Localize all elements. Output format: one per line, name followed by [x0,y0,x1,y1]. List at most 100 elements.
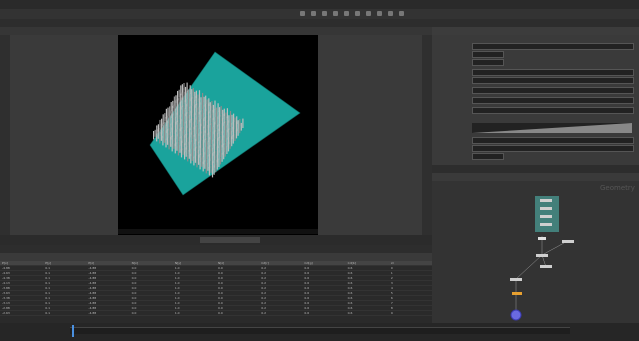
viewport-statusbar [118,229,318,234]
table-cell: -4.88 [88,306,97,310]
table-cell: 7 [390,301,393,305]
playbar[interactable] [0,235,432,245]
node[interactable] [540,199,552,202]
table-cell: 0.0 [131,266,137,270]
table-cell: -4.88 [88,276,97,280]
parameter-field[interactable] [472,43,634,50]
table-cell: -4.88 [88,286,97,290]
node[interactable] [540,215,552,218]
table-cell: 2 [390,276,393,280]
tool-icon[interactable] [388,11,393,16]
table-cell: 0.6 [304,306,310,310]
column-header[interactable]: N[z] [216,261,259,265]
network-editor[interactable]: Geometry [432,181,639,323]
table-cell: 0.2 [261,301,266,305]
output-node[interactable] [510,309,522,321]
table-row[interactable]: -2.63 0.1 -4.88 0.0 1.0 0.0 0.2 0.6 0.6 9 [0,311,432,316]
node[interactable] [540,207,552,210]
table-cell: 0.2 [261,271,266,275]
node[interactable] [512,292,522,295]
table-cell: 1.0 [174,311,180,315]
table-cell: 0.6 [304,286,310,290]
table-cell: 0.2 [261,276,266,280]
parameter-field[interactable] [472,137,634,144]
table-cell: 0.1 [45,301,50,305]
table-cell: 0.6 [347,291,353,295]
column-header[interactable]: id [389,261,432,265]
shelf-icons[interactable] [300,11,630,17]
node[interactable] [540,265,552,268]
table-cell: 0.0 [218,306,223,310]
table-cell: 0.6 [304,301,310,305]
column-header[interactable]: N[y] [173,261,216,265]
tool-icon[interactable] [377,11,382,16]
table-cell: -3.88 [2,286,10,290]
geometry-spreadsheet[interactable]: P[x] P[y] P[z] N[x] N[y] N[z] Cd[r] Cd[g] Cd[b] i… [0,261,432,323]
node[interactable] [538,237,546,240]
tool-icon[interactable] [344,11,349,16]
table-cell: 1.0 [174,266,180,270]
parameter-tabbar [432,19,639,27]
node[interactable] [540,223,552,226]
table-cell: 0.0 [218,276,223,280]
parameter-field[interactable] [472,153,504,160]
parameter-field[interactable] [472,107,634,114]
table-cell: 0.0 [131,291,137,295]
parameter-field[interactable] [472,77,634,84]
table-cell: 0.1 [45,296,50,300]
node[interactable] [536,254,548,257]
table-cell: 0.0 [218,311,223,315]
table-cell: -4.63 [2,271,10,275]
table-cell: 0.2 [261,311,266,315]
table-cell: 4 [390,286,393,290]
ramp-graph [472,123,632,133]
tool-icon[interactable] [322,11,327,16]
column-header[interactable]: P[z] [86,261,129,265]
tool-icon[interactable] [366,11,371,16]
tool-icon[interactable] [355,11,360,16]
table-cell: 0.6 [347,266,353,270]
parameter-field[interactable] [472,145,634,152]
table-cell: 1.0 [174,291,180,295]
tool-icon[interactable] [333,11,338,16]
playhead[interactable] [72,325,74,337]
parameter-field[interactable] [472,69,634,76]
table-cell: 0.1 [45,311,50,315]
spreadsheet-body: -4.88 0.1 -4.88 0.0 1.0 0.0 0.2 0.6 0.6 0 -4.63 0.1… [0,266,432,316]
column-header[interactable]: Cd[g] [302,261,345,265]
column-header[interactable]: N[x] [130,261,173,265]
table-cell: 0.0 [218,286,223,290]
table-cell: 0.6 [304,311,310,315]
network-context-label: Geometry [600,184,635,192]
parameter-field[interactable] [472,51,504,58]
table-cell: -3.63 [2,291,10,295]
table-cell: 0.6 [347,296,353,300]
table-cell: 0.1 [45,306,50,310]
parameter-field[interactable] [472,59,504,66]
column-header[interactable]: Cd[b] [346,261,389,265]
table-cell: 0.0 [218,266,223,270]
parameter-pane[interactable] [432,35,639,165]
table-cell: 0.0 [218,281,223,285]
table-cell: 0.1 [45,266,50,270]
parameter-field[interactable] [472,87,634,94]
table-cell: -4.88 [88,266,97,270]
table-cell: 0.2 [261,266,266,270]
column-header[interactable]: P[x] [0,261,43,265]
tool-icon[interactable] [311,11,316,16]
node[interactable] [510,278,522,281]
node[interactable] [562,240,574,243]
table-cell: -3.38 [2,296,10,300]
timeline-track[interactable] [70,327,570,334]
timeline[interactable] [0,323,639,341]
playbar-controls[interactable] [200,237,260,243]
tool-icon[interactable] [300,11,305,16]
3d-viewport[interactable] [118,35,318,235]
tool-icon[interactable] [399,11,404,16]
parameter-field[interactable] [472,97,634,104]
column-header[interactable]: P[y] [43,261,86,265]
table-cell: 1.0 [174,276,180,280]
table-cell: 0.6 [347,301,353,305]
ramp-widget[interactable] [472,123,632,133]
column-header[interactable]: Cd[r] [259,261,302,265]
